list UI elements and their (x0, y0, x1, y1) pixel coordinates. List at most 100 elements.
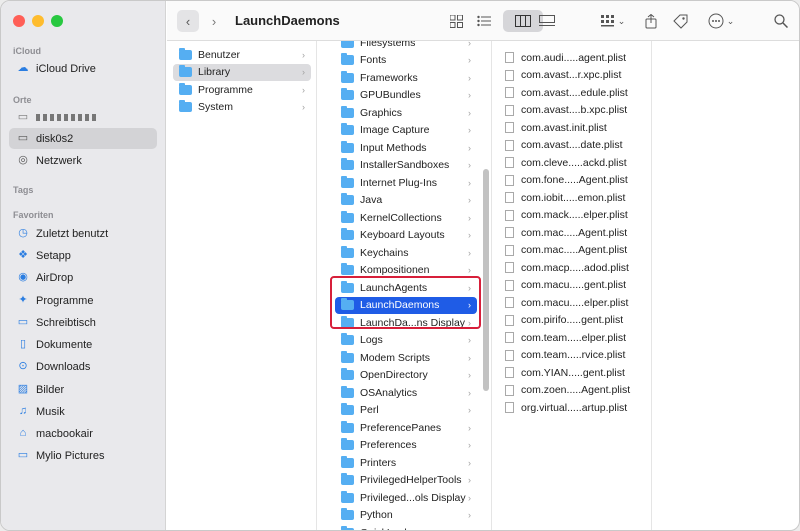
folder-row[interactable]: Benutzer › (173, 46, 311, 63)
folder-row[interactable]: Perl › (335, 402, 477, 419)
sidebar-item-device[interactable]: ▭ (9, 107, 157, 128)
file-row[interactable]: com.team.....elper.plist (500, 329, 644, 346)
file-row[interactable]: com.macp.....adod.plist (500, 259, 644, 276)
file-row[interactable]: com.cleve.....ackd.plist (500, 154, 644, 171)
folder-row[interactable]: Input Methods › (335, 139, 477, 156)
sidebar-item-downloads[interactable]: ⊙ Downloads (9, 356, 157, 377)
folder-icon (341, 403, 354, 415)
file-row[interactable]: com.pirifo.....gent.plist (500, 312, 644, 329)
zoom-button[interactable] (51, 15, 63, 27)
folder-row[interactable]: OSAnalytics › (335, 384, 477, 401)
gallery-view-button[interactable] (535, 10, 559, 32)
tag-button[interactable] (669, 10, 691, 32)
file-row[interactable]: com.avast....edule.plist (500, 84, 644, 101)
file-row[interactable]: com.fone.....Agent.plist (500, 172, 644, 189)
file-row[interactable]: com.team.....rvice.plist (500, 347, 644, 364)
file-row[interactable]: com.mack.....elper.plist (500, 207, 644, 224)
scrollbar[interactable] (483, 169, 489, 391)
icon-view-button[interactable] (445, 10, 467, 32)
folder-row[interactable]: Logs › (335, 332, 477, 349)
forward-button[interactable]: › (203, 10, 225, 32)
folder-row[interactable]: Privileged...ols Display › (335, 489, 477, 506)
sidebar-item-macbookair[interactable]: ⌂ macbookair (9, 423, 157, 444)
folder-row[interactable]: OpenDirectory › (335, 367, 477, 384)
actions-button[interactable]: ⌄ (703, 10, 739, 32)
folder-row[interactable]: Preferences › (335, 437, 477, 454)
minimize-button[interactable] (32, 15, 44, 27)
folder-row[interactable]: Graphics › (335, 104, 477, 121)
sidebar-item-netzwerk[interactable]: ◎ Netzwerk (9, 150, 157, 171)
folder-row[interactable]: Python › (335, 507, 477, 524)
folder-row[interactable]: Internet Plug-Ins › (335, 174, 477, 191)
folder-row[interactable]: PreferencePanes › (335, 419, 477, 436)
folder-row[interactable]: Kompositionen › (335, 262, 477, 279)
folder-row[interactable]: PrivilegedHelperTools › (335, 472, 477, 489)
folder-name: PrivilegedHelperTools (360, 474, 462, 486)
sidebar-item-musik[interactable]: ♫ Musik (9, 401, 157, 422)
folder-row[interactable]: GPUBundles › (335, 87, 477, 104)
folder-row[interactable]: LaunchAgents › (335, 279, 477, 296)
folder-row[interactable]: Programme › (173, 81, 311, 98)
folder-row[interactable]: QuickLook › (335, 524, 477, 530)
folder-name: LaunchDa...ns Display (360, 316, 466, 329)
file-name: com.zoen.....Agent.plist (521, 384, 631, 396)
chevron-right-icon: › (468, 317, 471, 328)
ellipsis-circle-icon (708, 13, 724, 29)
sidebar-item-disk0s2[interactable]: ▭ disk0s2 (9, 128, 157, 149)
search-button[interactable] (771, 10, 791, 32)
chevron-right-icon: › (468, 41, 471, 48)
sidebar-item-mylio-pictures[interactable]: ▭ Mylio Pictures (9, 445, 157, 466)
folder-row[interactable]: Keyboard Layouts › (335, 227, 477, 244)
file-row[interactable]: com.avast.init.plist (500, 119, 644, 136)
file-row[interactable]: org.virtual.....artup.plist (500, 399, 644, 416)
folder-name: Printers (360, 456, 397, 469)
file-row[interactable]: com.mac.....Agent.plist (500, 224, 644, 241)
folder-icon (341, 333, 354, 345)
chevron-right-icon: › (302, 102, 305, 112)
folder-row[interactable]: Fonts › (335, 52, 477, 69)
folder-row[interactable]: KernelCollections › (335, 209, 477, 226)
close-button[interactable] (13, 15, 25, 27)
back-button[interactable]: ‹ (177, 10, 199, 32)
file-row[interactable]: com.avast...r.xpc.plist (500, 67, 644, 84)
list-view-button[interactable] (473, 10, 495, 32)
sidebar-item-programme[interactable]: ✦ Programme (9, 290, 157, 311)
sidebar-item-icloud-drive[interactable]: ☁ iCloud Drive (9, 58, 157, 79)
group-button[interactable]: ⌄ (595, 10, 631, 32)
sidebar-item-bilder[interactable]: ▨ Bilder (9, 379, 157, 400)
file-row[interactable]: com.mac.....Agent.plist (500, 242, 644, 259)
folder-icon (341, 508, 354, 520)
file-row[interactable]: com.YIAN.....gent.plist (500, 364, 644, 381)
folder-row[interactable]: Library › (173, 63, 311, 81)
folder-row[interactable]: Modem Scripts › (335, 349, 477, 366)
file-row[interactable]: com.iobit.....emon.plist (500, 189, 644, 206)
folder-name: Filesystems (360, 41, 416, 49)
sidebar-item-schreibtisch[interactable]: ▭ Schreibtisch (9, 312, 157, 333)
folder-row[interactable]: System › (173, 99, 311, 116)
file-row[interactable]: com.macu.....gent.plist (500, 277, 644, 294)
sidebar-item-setapp[interactable]: ❖ Setapp (9, 245, 157, 266)
sidebar-item-zuletzt-benutzt[interactable]: ◷ Zuletzt benutzt (9, 223, 157, 244)
sidebar-item-dokumente[interactable]: ▯ Dokumente (9, 334, 157, 355)
folder-icon (179, 65, 192, 77)
folder-row[interactable]: LaunchDa...ns Display › (335, 314, 477, 331)
folder-row[interactable]: Printers › (335, 454, 477, 471)
folder-row[interactable]: Filesystems › (335, 41, 477, 51)
plist-file-icon (505, 87, 514, 98)
folder-row[interactable]: LaunchDaemons › (335, 296, 477, 314)
folder-row[interactable]: Keychains › (335, 244, 477, 261)
folder-row[interactable]: InstallerSandboxes › (335, 157, 477, 174)
folder-row[interactable]: Java › (335, 192, 477, 209)
share-button[interactable] (641, 10, 661, 32)
sidebar-item-airdrop[interactable]: ◉ AirDrop (9, 267, 157, 288)
sidebar-item-label: Mylio Pictures (36, 449, 105, 462)
file-row[interactable]: com.avast....b.xpc.plist (500, 102, 644, 119)
file-row[interactable]: com.zoen.....Agent.plist (500, 382, 644, 399)
folder-icon (179, 82, 192, 95)
sidebar-icon: ▯ (19, 338, 27, 350)
folder-row[interactable]: Frameworks › (335, 69, 477, 86)
folder-row[interactable]: Image Capture › (335, 122, 477, 139)
file-row[interactable]: com.macu.....elper.plist (500, 294, 644, 311)
file-row[interactable]: com.audi.....agent.plist (500, 49, 644, 66)
file-row[interactable]: com.avast....date.plist (500, 137, 644, 154)
